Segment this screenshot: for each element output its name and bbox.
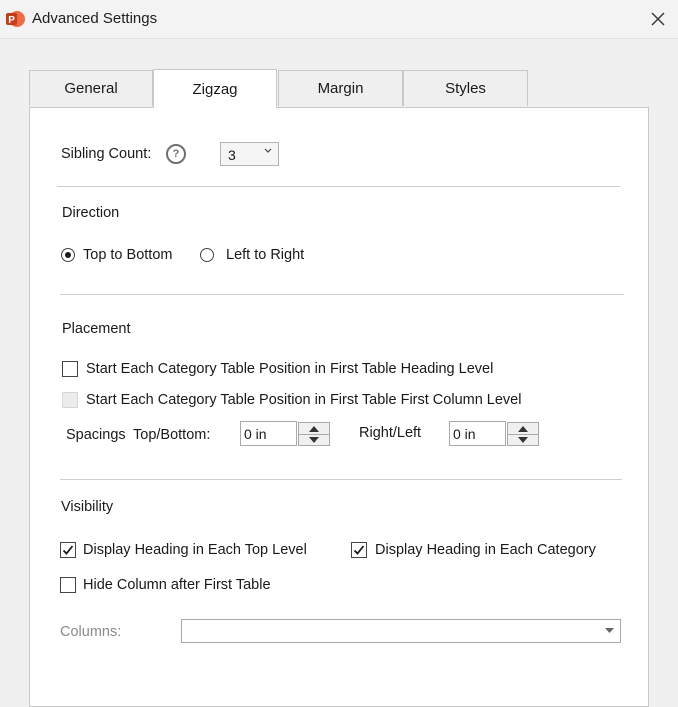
- visibility-heading: Visibility: [61, 499, 114, 515]
- checkbox-display-heading-top[interactable]: [60, 542, 76, 558]
- top-bottom-label: Top/Bottom:: [133, 427, 211, 443]
- tab-label: Styles: [445, 80, 486, 97]
- direction-heading: Direction: [62, 205, 120, 221]
- checkbox-display-heading-category-label[interactable]: Display Heading in Each Category: [375, 542, 596, 558]
- triangle-down-icon: [518, 436, 528, 443]
- top-bottom-value: 0 in: [244, 426, 267, 442]
- radio-top-to-bottom-label[interactable]: Top to Bottom: [83, 247, 172, 263]
- tab-label: Margin: [317, 80, 364, 97]
- triangle-down-icon: [309, 436, 319, 443]
- window-title: Advanced Settings: [32, 10, 158, 27]
- tab-general[interactable]: General: [29, 70, 153, 106]
- divider: [57, 186, 620, 187]
- close-button[interactable]: [644, 5, 672, 33]
- title-bar: P Advanced Settings: [0, 0, 678, 39]
- radio-top-to-bottom[interactable]: [61, 248, 75, 262]
- checkbox-heading-level-label[interactable]: Start Each Category Table Position in Fi…: [86, 361, 493, 377]
- tab-label: General: [64, 80, 118, 97]
- triangle-up-icon: [309, 425, 319, 432]
- top-bottom-spinner[interactable]: [298, 422, 330, 446]
- right-left-value: 0 in: [453, 426, 476, 442]
- placement-heading: Placement: [62, 321, 131, 337]
- checkbox-hide-column-label[interactable]: Hide Column after First Table: [83, 577, 271, 593]
- dropdown-arrow-icon: [605, 628, 614, 633]
- divider: [60, 294, 624, 295]
- checkbox-display-heading-top-label[interactable]: Display Heading in Each Top Level: [83, 542, 307, 558]
- radio-left-to-right-label[interactable]: Left to Right: [226, 247, 304, 263]
- tab-label: Zigzag: [192, 80, 238, 98]
- tab-styles[interactable]: Styles: [403, 70, 528, 106]
- triangle-up-icon: [518, 425, 528, 432]
- divider: [60, 479, 622, 480]
- question-icon[interactable]: ?: [166, 144, 186, 164]
- radio-left-to-right[interactable]: [200, 248, 214, 262]
- spinner-down[interactable]: [299, 434, 329, 445]
- spacings-label: Spacings: [66, 427, 126, 443]
- radio-selected-dot: [65, 252, 71, 258]
- spinner-down[interactable]: [508, 434, 538, 445]
- tab-zigzag[interactable]: Zigzag: [153, 69, 277, 108]
- help-glyph: ?: [172, 148, 180, 160]
- close-icon: [651, 12, 665, 26]
- right-left-input[interactable]: 0 in: [449, 421, 506, 446]
- checkbox-heading-level[interactable]: [62, 361, 78, 377]
- right-left-label: Right/Left: [359, 425, 422, 441]
- right-left-spinner[interactable]: [507, 422, 539, 446]
- checkbox-hide-column[interactable]: [60, 577, 76, 593]
- sibling-count-value: 3: [228, 147, 236, 163]
- sibling-count-select[interactable]: 3: [220, 142, 279, 166]
- svg-text:P: P: [8, 15, 15, 26]
- checkbox-display-heading-category[interactable]: [351, 542, 367, 558]
- checkbox-first-column-level-label: Start Each Category Table Position in Fi…: [86, 392, 522, 408]
- powerpoint-icon: P: [6, 11, 25, 27]
- columns-label: Columns:: [60, 624, 122, 640]
- top-bottom-input[interactable]: 0 in: [240, 421, 297, 446]
- tab-margin[interactable]: Margin: [278, 70, 403, 106]
- sibling-count-label: Sibling Count:: [61, 146, 152, 162]
- checkbox-first-column-level: [62, 392, 78, 408]
- columns-dropdown[interactable]: [181, 619, 621, 643]
- checkmark-icon: [62, 545, 74, 555]
- checkmark-icon: [353, 545, 365, 555]
- chevron-down-icon: [264, 148, 272, 153]
